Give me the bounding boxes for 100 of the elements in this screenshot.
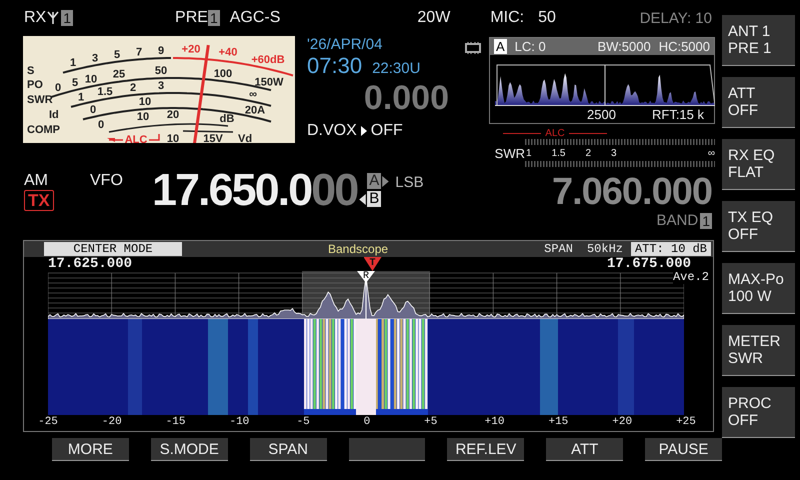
scale-label: 100 — [214, 68, 232, 80]
side-button[interactable]: PROC OFF — [722, 387, 795, 438]
utc-time: 22:30U — [372, 60, 420, 77]
left-triangle-icon — [359, 194, 366, 204]
scale-name: S — [27, 65, 34, 77]
scale-label: 3 — [92, 52, 98, 64]
scale-name: Vd — [238, 133, 252, 143]
scale-label: 0 — [98, 119, 104, 131]
scale-label: 20 — [166, 109, 180, 121]
mode-label: AM — [24, 172, 48, 190]
function-button[interactable]: PAUSE — [645, 438, 722, 461]
scale-label: +60dB — [251, 54, 285, 66]
scale-label: 10 — [84, 74, 98, 86]
scale-label: 9 — [158, 45, 164, 58]
scale-label: 7 — [136, 46, 142, 58]
axis-label: -15 — [164, 415, 186, 429]
main-frequency: 17.650.000 — [152, 164, 358, 216]
blank-function-button[interactable] — [348, 438, 426, 461]
right-triangle-icon — [382, 176, 390, 186]
side-button[interactable]: MAX-Po 100 W — [722, 263, 795, 314]
function-button[interactable]: MORE — [52, 438, 129, 461]
axis-label: +25 — [675, 415, 697, 429]
side-button[interactable]: RX EQ FLAT — [722, 139, 795, 190]
local-time: 07:30 — [307, 53, 362, 79]
agc-label: AGC-S — [230, 9, 280, 27]
scale-label: ∞ — [249, 88, 257, 101]
side-button[interactable]: TX EQ OFF — [722, 201, 795, 252]
scale-label: 5 — [72, 77, 78, 90]
axis-label: +5 — [423, 415, 438, 429]
center-frequency-label: 2500 — [587, 107, 616, 122]
scale-label: 10 — [136, 111, 150, 123]
band-label: BAND — [656, 212, 698, 229]
function-button[interactable]: S.MODE — [150, 438, 228, 461]
axis-label: -20 — [100, 415, 123, 429]
scope-title: Bandscope — [328, 242, 388, 256]
scale-label: 15V — [203, 133, 223, 143]
bandwidth-label: BW:5000 — [597, 39, 651, 54]
sub-mode-label: LSB — [395, 174, 424, 191]
offset-frequency: 0.000 — [362, 79, 450, 118]
scale-label: 2 — [130, 82, 136, 94]
tx-marker: T — [364, 257, 382, 271]
memory-chip-icon — [465, 42, 481, 54]
scale-label: +20 — [182, 43, 200, 56]
dvox-label: D.VOX — [307, 122, 357, 140]
scale-label: dB — [220, 113, 234, 125]
antenna-number: 1 — [61, 10, 74, 26]
power-label: 20W — [417, 9, 450, 27]
swr-scale-label: 2 — [585, 148, 592, 158]
function-button[interactable]: ATT — [546, 438, 624, 461]
sub-frequency: 7.060.000 — [552, 172, 712, 212]
function-button[interactable]: REF.LEV — [447, 438, 524, 461]
span-value: 50kHz — [586, 242, 623, 256]
alc-bracket — [107, 133, 160, 142]
scale-label: 150W — [254, 76, 284, 89]
alc-label: ALC — [545, 128, 565, 139]
play-triangle-icon — [360, 126, 367, 136]
swr-scale-label: 1 — [526, 148, 532, 158]
side-button[interactable]: METER SWR — [722, 325, 795, 376]
scale-name: COMP — [27, 124, 60, 136]
side-button[interactable]: ANT 1 PRE 1 — [722, 15, 795, 66]
scale-name: PO — [27, 79, 43, 91]
scope-mode-label: CENTER MODE — [44, 242, 182, 256]
scale-label: 3 — [158, 80, 164, 92]
scale-label: 20A — [244, 104, 266, 116]
axis-label: -25 — [37, 415, 59, 429]
rx-label: RX — [24, 9, 46, 27]
swr-label: SWR — [494, 146, 525, 160]
swr-scale-label: 3 — [611, 148, 617, 158]
swr-scale-label: 1.5 — [552, 148, 566, 158]
scale-label: 5 — [114, 48, 120, 61]
side-button[interactable]: ATT OFF — [722, 77, 795, 128]
axis-label: +10 — [484, 415, 506, 429]
mic-label: MIC: — [490, 9, 524, 27]
scale-label: 1 — [78, 91, 84, 104]
scope-att-label: ATT: 10 dB — [630, 242, 711, 256]
scale-label: 10 — [138, 96, 152, 108]
scale-label: 25 — [112, 68, 126, 81]
swr-scale-label: ∞ — [708, 148, 715, 158]
date-label: '26/APR/04 — [307, 36, 384, 53]
axis-label: 0 — [362, 415, 372, 429]
axis-label: -5 — [296, 415, 311, 429]
high-cut-label: HC:5000 — [658, 39, 710, 54]
function-button[interactable]: SPAN — [250, 438, 327, 461]
preamp-label: PRE — [175, 9, 208, 27]
vfo-indicator: A — [494, 39, 507, 54]
dvox-value: OFF — [370, 122, 403, 140]
vfo-label: VFO — [90, 172, 124, 190]
scale-label: 1 — [70, 57, 76, 70]
scale-name: SWR — [27, 94, 53, 106]
average-label: Ave.2 — [672, 271, 709, 284]
antenna-icon — [47, 11, 60, 25]
scale-label: +40 — [218, 46, 238, 59]
alc-label: ALC — [124, 134, 148, 143]
axis-label: -10 — [228, 415, 250, 429]
high-edge-frequency: 17.675.000 — [606, 257, 691, 271]
span-label: SPAN — [544, 242, 573, 256]
scale-name: Id — [49, 109, 59, 121]
scale-label: 1.5 — [97, 86, 113, 98]
scale-label: 50 — [154, 65, 168, 78]
preamp-number: 1 — [208, 10, 220, 26]
